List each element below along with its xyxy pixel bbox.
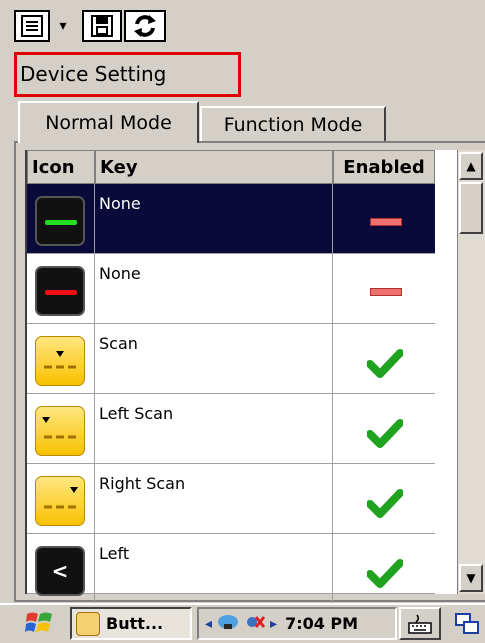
icon-cell [27, 184, 95, 254]
scroll-down-icon[interactable]: ▼ [459, 564, 483, 592]
tab-normal-mode[interactable]: Normal Mode [18, 101, 199, 143]
clock[interactable]: 7:04 PM [285, 614, 358, 633]
column-header-key[interactable]: Key [95, 150, 333, 184]
scrollbar-thumb[interactable] [459, 182, 483, 234]
refresh-icon[interactable] [124, 10, 166, 42]
yellow-right-scan-icon [35, 476, 85, 526]
icon-cell [27, 394, 95, 464]
key-cell: Right Scan [95, 464, 333, 534]
disabled-minus-icon [370, 218, 402, 226]
page-title: Device Setting [20, 62, 167, 86]
enabled-check-icon [367, 419, 403, 448]
column-header-icon[interactable]: Icon [27, 150, 95, 184]
icon-cell [27, 254, 95, 324]
network-icon[interactable] [216, 613, 240, 635]
tray-left-arrow-icon[interactable]: ◂ [205, 616, 212, 632]
system-tray: ◂ ▸ 7:04 PM [197, 607, 397, 640]
taskbar-app-label: Butt... [106, 614, 164, 633]
table-row[interactable]: Right Scan [27, 464, 435, 534]
key-cell: None [95, 184, 333, 254]
menu-icon[interactable] [14, 10, 50, 42]
table-row[interactable]: None [27, 254, 435, 324]
enabled-check-icon [367, 559, 403, 588]
icon-cell [27, 464, 95, 534]
enabled-cell[interactable] [333, 324, 435, 394]
enabled-cell[interactable] [333, 254, 435, 324]
black-left-arrow-icon: < [35, 546, 85, 596]
key-cell: None [95, 254, 333, 324]
yellow-scan-icon [35, 336, 85, 386]
enabled-check-icon [367, 489, 403, 518]
switch-window-icon[interactable] [452, 609, 482, 639]
key-cell: Left Scan [95, 394, 333, 464]
table-row[interactable]: Left Scan [27, 394, 435, 464]
tab-function-mode[interactable]: Function Mode [200, 106, 386, 142]
key-cell: Left [95, 534, 333, 604]
enabled-cell[interactable] [333, 184, 435, 254]
table-row[interactable]: None [27, 184, 435, 254]
scroll-up-icon[interactable]: ▲ [459, 152, 483, 180]
enabled-cell[interactable] [333, 534, 435, 604]
tray-right-arrow-icon[interactable]: ▸ [270, 616, 277, 632]
table-row[interactable]: < Left [27, 534, 435, 604]
icon-cell [27, 324, 95, 394]
disconnected-icon[interactable] [244, 613, 266, 635]
table-row[interactable]: Scan [27, 324, 435, 394]
column-header-enabled[interactable]: Enabled [333, 150, 435, 184]
app-hand-icon [76, 611, 100, 636]
black-red-bar-icon [35, 266, 85, 316]
yellow-left-scan-icon [35, 406, 85, 456]
taskbar-app-button[interactable]: Butt... [70, 607, 192, 640]
icon-cell: < [27, 534, 95, 604]
dropdown-arrow-icon[interactable]: ▾ [50, 8, 76, 44]
enabled-cell[interactable] [333, 464, 435, 534]
enabled-check-icon [367, 349, 403, 378]
key-cell: Scan [95, 324, 333, 394]
save-icon[interactable] [82, 10, 122, 42]
start-windows-icon[interactable] [16, 608, 64, 638]
enabled-cell[interactable] [333, 394, 435, 464]
keyboard-icon[interactable] [399, 607, 441, 640]
black-green-bar-icon [35, 196, 85, 246]
disabled-minus-icon [370, 288, 402, 296]
